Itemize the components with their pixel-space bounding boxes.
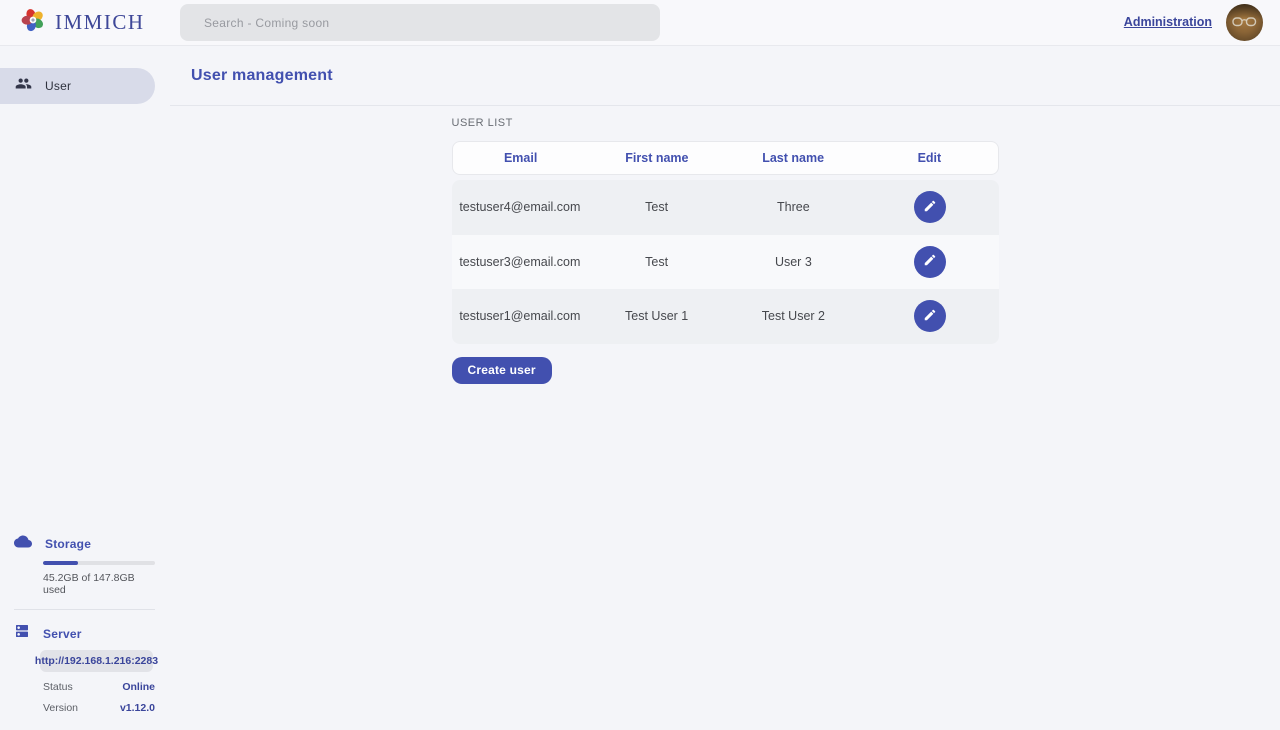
storage-title: Storage [45,537,91,551]
server-status-label: Status [43,681,73,693]
table-row: testuser3@email.com Test User 3 [452,235,999,290]
cell-last-name: User 3 [725,255,862,269]
users-icon [15,75,32,97]
storage-progress-bar [43,561,155,565]
pencil-icon [923,253,937,270]
server-title: Server [43,627,82,641]
edit-user-button[interactable] [914,300,946,332]
user-avatar[interactable] [1226,4,1263,41]
edit-user-button[interactable] [914,246,946,278]
user-list-label: USER LIST [452,117,999,129]
cell-last-name: Test User 2 [725,309,862,323]
page-title-bar: User management [170,46,1280,106]
column-header-last-name: Last name [725,151,861,165]
cell-first-name: Test [588,200,725,214]
table-row: testuser4@email.com Test Three [452,180,999,235]
sidebar-item-label: User [45,79,71,93]
sidebar-item-user[interactable]: User [0,68,155,104]
cell-first-name: Test [588,255,725,269]
column-header-edit: Edit [861,151,997,165]
server-section: Server http://192.168.1.216:2283 Status … [14,609,155,714]
create-user-button[interactable]: Create user [452,357,552,384]
server-status-value: Online [122,681,155,693]
sidebar-status-panel: Storage 45.2GB of 147.8GB used Server ht… [0,535,170,730]
main-content: User management USER LIST Email First na… [170,46,1280,730]
cloud-icon [14,535,32,553]
cell-first-name: Test User 1 [588,309,725,323]
cell-email: testuser4@email.com [452,200,589,214]
cell-email: testuser3@email.com [452,255,589,269]
cell-last-name: Three [725,200,862,214]
app-header: IMMICH Administration [0,0,1280,46]
server-rack-icon [14,623,30,644]
storage-usage-text: 45.2GB of 147.8GB used [43,572,155,596]
storage-section: Storage 45.2GB of 147.8GB used [14,535,155,596]
immich-flower-icon [20,7,46,38]
pencil-icon [923,308,937,325]
user-table-body: testuser4@email.com Test Three testuser3… [452,180,999,344]
sidebar: User Storage 45.2GB of 147.8GB used [0,46,170,730]
glasses-photo-detail [1232,17,1257,28]
server-url-badge: http://192.168.1.216:2283 [40,650,153,672]
page-title: User management [191,67,333,85]
user-table-header: Email First name Last name Edit [452,141,999,175]
search-input[interactable] [180,4,660,41]
storage-progress-fill [43,561,78,565]
administration-link[interactable]: Administration [1124,15,1212,29]
pencil-icon [923,199,937,216]
cell-email: testuser1@email.com [452,309,589,323]
column-header-email: Email [453,151,589,165]
app-title: IMMICH [55,10,145,35]
server-version-label: Version [43,702,78,714]
edit-user-button[interactable] [914,191,946,223]
app-logo[interactable]: IMMICH [0,7,145,38]
server-version-value: v1.12.0 [120,702,155,714]
table-row: testuser1@email.com Test User 1 Test Use… [452,289,999,344]
column-header-first-name: First name [589,151,725,165]
